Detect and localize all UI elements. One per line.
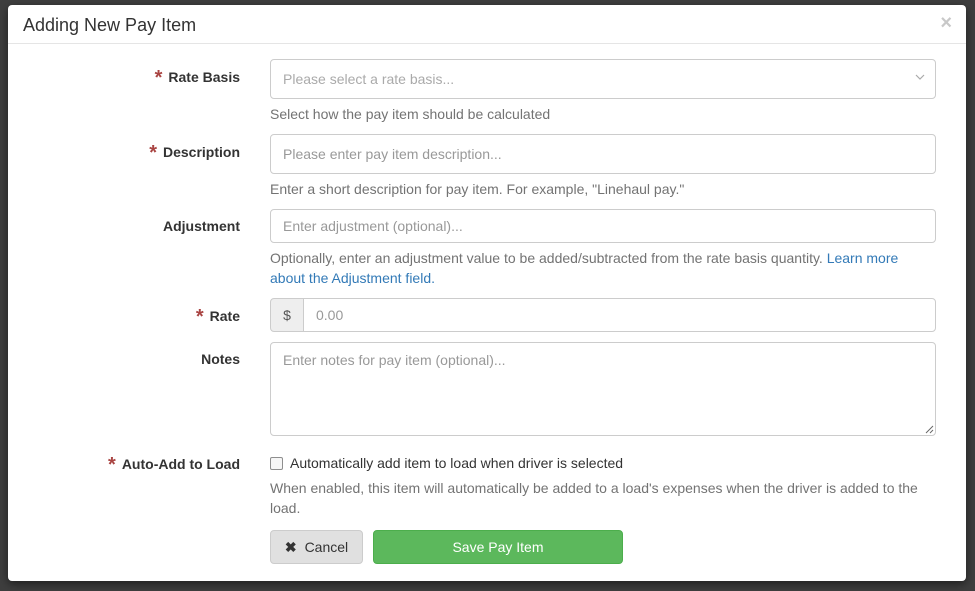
rate-input-group: $ 0.00: [270, 298, 936, 332]
auto-add-label: * Auto-Add to Load: [108, 454, 240, 476]
required-asterisk: *: [149, 142, 157, 164]
rate-basis-select[interactable]: Please select a rate basis...: [270, 59, 936, 99]
required-asterisk: *: [195, 306, 204, 328]
rate-label: * Rate: [195, 306, 240, 328]
rate-basis-label: * Rate Basis: [154, 67, 240, 89]
rate-input[interactable]: 0.00: [303, 298, 936, 332]
cancel-button[interactable]: ✖ Cancel: [270, 530, 363, 564]
auto-add-checkbox-label[interactable]: Automatically add item to load when driv…: [290, 455, 623, 471]
required-asterisk: *: [108, 454, 116, 476]
notes-textarea[interactable]: Enter notes for pay item (optional)...: [270, 342, 936, 436]
auto-add-checkbox[interactable]: [270, 456, 283, 470]
adjustment-label: Adjustment: [163, 218, 240, 234]
notes-placeholder: Enter notes for pay item (optional)...: [283, 352, 506, 368]
notes-label: Notes: [201, 351, 240, 367]
adjustment-input[interactable]: Enter adjustment (optional)...: [270, 209, 936, 243]
auto-add-help: When enabled, this item will automatical…: [270, 480, 918, 516]
description-placeholder: Please enter pay item description...: [283, 146, 502, 162]
auto-add-checkbox-row[interactable]: Automatically add item to load when driv…: [270, 455, 623, 471]
chevron-down-icon: [915, 74, 925, 80]
adjustment-help: Optionally, enter an adjustment value to…: [270, 250, 899, 286]
description-input[interactable]: Please enter pay item description...: [270, 134, 936, 174]
modal-title: Adding New Pay Item: [23, 15, 197, 35]
adjustment-placeholder: Enter adjustment (optional)...: [283, 218, 463, 234]
required-asterisk: *: [154, 67, 163, 89]
rate-basis-placeholder: Please select a rate basis...: [283, 71, 455, 87]
add-pay-item-modal: Adding New Pay Item × * Rate Basis Please…: [8, 5, 966, 581]
rate-basis-help: Select how the pay item should be calcul…: [270, 106, 551, 122]
resize-grip-icon[interactable]: [925, 425, 934, 434]
dollar-addon: $: [270, 298, 304, 332]
close-button[interactable]: ×: [940, 13, 952, 33]
modal-header: Adding New Pay Item ×: [8, 5, 966, 44]
save-pay-item-button[interactable]: Save Pay Item: [373, 530, 623, 564]
description-label: * Description: [149, 142, 240, 164]
close-icon: ✖: [284, 538, 297, 555]
description-help: Enter a short description for pay item. …: [270, 181, 685, 197]
